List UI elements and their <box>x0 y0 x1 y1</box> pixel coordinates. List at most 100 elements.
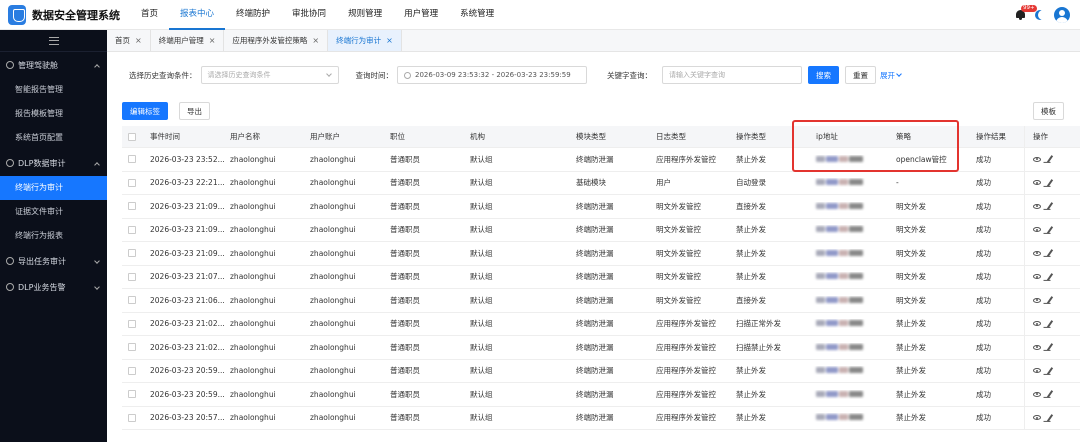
view-icon[interactable] <box>1033 415 1041 421</box>
row-checkbox[interactable] <box>128 225 136 234</box>
table-row[interactable]: 2026-03-23 20:59... zhaolonghui zhaolonghu… <box>122 359 1080 383</box>
edit-tags-button[interactable]: 编辑标签 <box>122 102 168 120</box>
bell-icon[interactable]: 99+ <box>1015 5 1037 21</box>
close-icon[interactable]: × <box>209 30 216 51</box>
close-icon[interactable]: × <box>386 30 393 51</box>
edit-icon[interactable] <box>1046 413 1054 422</box>
nav-approval[interactable]: 审批协同 <box>281 0 337 30</box>
row-checkbox[interactable] <box>128 413 136 422</box>
row-checkbox[interactable] <box>128 390 136 399</box>
history-query-select[interactable]: 请选择历史查询条件 <box>200 66 339 84</box>
view-icon[interactable] <box>1033 274 1041 280</box>
table-row[interactable]: 2026-03-23 23:52... zhaolonghui zhaolonghu… <box>122 148 1080 172</box>
sidebar-item-smart-report[interactable]: 智能报告管理 <box>0 78 107 102</box>
row-checkbox[interactable] <box>128 249 136 258</box>
row-checkbox[interactable] <box>128 272 136 281</box>
row-checkbox[interactable] <box>128 366 136 375</box>
sidebar-item-endpoint-audit[interactable]: 终端行为审计 <box>0 176 107 200</box>
table-row[interactable]: 2026-03-23 21:02... zhaolonghui zhaolonghu… <box>122 336 1080 360</box>
edit-icon[interactable] <box>1046 319 1054 328</box>
view-icon[interactable] <box>1033 344 1041 350</box>
sidebar-item-endpoint-report[interactable]: 终端行为报表 <box>0 224 107 248</box>
query-time-range[interactable]: 2026-03-09 23:53:32 - 2026-03-23 23:59:5… <box>397 66 587 84</box>
nav-home[interactable]: 首页 <box>130 0 169 30</box>
table-row[interactable]: 2026-03-23 21:02... zhaolonghui zhaolonghu… <box>122 312 1080 336</box>
tab-endpoint-users[interactable]: 终端用户管理 × <box>150 30 225 51</box>
table-row[interactable]: 2026-03-23 21:09... zhaolonghui zhaolonghu… <box>122 195 1080 219</box>
table-row[interactable]: 2026-03-23 20:57... zhaolonghui zhaolonghu… <box>122 406 1080 430</box>
view-icon[interactable] <box>1033 391 1041 397</box>
sidebar-group-dlp-alert[interactable]: DLP业务告警 <box>0 274 107 300</box>
row-checkbox[interactable] <box>128 296 136 305</box>
sidebar-collapse-toggle[interactable] <box>0 30 107 52</box>
edit-icon[interactable] <box>1046 155 1054 164</box>
sidebar-item-evidence-audit[interactable]: 证据文件审计 <box>0 200 107 224</box>
view-icon[interactable] <box>1033 227 1041 233</box>
view-icon[interactable] <box>1033 250 1041 256</box>
table-row[interactable]: 2026-03-23 21:09... zhaolonghui zhaolonghu… <box>122 218 1080 242</box>
sidebar-item-home-config[interactable]: 系统首页配置 <box>0 126 107 150</box>
sidebar-group-export-audit[interactable]: 导出任务审计 <box>0 248 107 274</box>
nav-rules[interactable]: 规则管理 <box>337 0 393 30</box>
view-icon[interactable] <box>1033 321 1041 327</box>
view-icon[interactable] <box>1033 203 1041 209</box>
view-icon[interactable] <box>1033 368 1041 374</box>
nav-system[interactable]: 系统管理 <box>449 0 505 30</box>
close-icon[interactable]: × <box>135 30 142 51</box>
nav-report-center[interactable]: 报表中心 <box>169 0 226 30</box>
view-icon[interactable] <box>1033 180 1041 186</box>
app-logo[interactable]: 数据安全管理系统 <box>0 4 120 25</box>
edit-icon[interactable] <box>1046 225 1054 234</box>
table-row[interactable]: 2026-03-23 21:06... zhaolonghui zhaolonghu… <box>122 289 1080 313</box>
view-icon[interactable] <box>1033 297 1041 303</box>
sidebar-item-report-template[interactable]: 报告模板管理 <box>0 102 107 126</box>
row-checkbox[interactable] <box>128 202 136 211</box>
col-result[interactable]: 操作结果 <box>972 131 1024 142</box>
table-row[interactable]: 2026-03-23 20:59... zhaolonghui zhaolonghu… <box>122 383 1080 407</box>
table-row[interactable]: 2026-03-23 22:21... zhaolonghui zhaolonghu… <box>122 171 1080 195</box>
edit-icon[interactable] <box>1046 272 1054 281</box>
col-user-account[interactable]: 用户账户 <box>306 131 386 142</box>
edit-icon[interactable] <box>1046 343 1054 352</box>
tab-endpoint-audit[interactable]: 终端行为审计 × <box>328 30 402 51</box>
row-checkbox[interactable] <box>128 343 136 352</box>
tab-home[interactable]: 首页 × <box>107 30 151 51</box>
edit-icon[interactable] <box>1046 296 1054 305</box>
sidebar-group-dlp-audit[interactable]: DLP数据审计 <box>0 150 107 176</box>
col-op-type[interactable]: 操作类型 <box>732 131 812 142</box>
expand-link[interactable]: 展开 <box>880 70 902 81</box>
cell-operations <box>1024 312 1080 335</box>
row-checkbox[interactable] <box>128 178 136 187</box>
col-ip[interactable]: ip地址 <box>812 131 892 142</box>
select-all-checkbox[interactable] <box>128 132 136 141</box>
col-policy[interactable]: 策略 <box>892 131 972 142</box>
sidebar-group-dashboard[interactable]: 管理驾驶舱 <box>0 52 107 78</box>
edit-icon[interactable] <box>1046 390 1054 399</box>
col-position[interactable]: 职位 <box>386 131 466 142</box>
view-icon[interactable] <box>1033 156 1041 162</box>
edit-icon[interactable] <box>1046 366 1054 375</box>
keyword-input[interactable]: 请输入关键字查询 <box>662 66 802 84</box>
col-module-type[interactable]: 模块类型 <box>572 131 652 142</box>
edit-icon[interactable] <box>1046 178 1054 187</box>
close-icon[interactable]: × <box>312 30 319 51</box>
reset-button[interactable]: 重置 <box>845 66 876 84</box>
avatar[interactable] <box>1054 7 1070 23</box>
table-row[interactable]: 2026-03-23 21:07... zhaolonghui zhaolonghu… <box>122 265 1080 289</box>
table-row[interactable]: 2026-03-23 21:09... zhaolonghui zhaolonghu… <box>122 242 1080 266</box>
row-checkbox[interactable] <box>128 155 136 164</box>
moon-icon[interactable] <box>1038 10 1048 20</box>
col-log-type[interactable]: 日志类型 <box>652 131 732 142</box>
tab-app-policy[interactable]: 应用程序外发管控策略 × <box>224 30 329 51</box>
col-event-time[interactable]: 事件时间 <box>146 131 226 142</box>
row-checkbox[interactable] <box>128 319 136 328</box>
export-button[interactable]: 导出 <box>179 102 210 120</box>
edit-icon[interactable] <box>1046 202 1054 211</box>
col-org[interactable]: 机构 <box>466 131 572 142</box>
edit-icon[interactable] <box>1046 249 1054 258</box>
template-button[interactable]: 模板 <box>1033 102 1064 120</box>
search-button[interactable]: 搜索 <box>808 66 839 84</box>
col-user-name[interactable]: 用户名称 <box>226 131 306 142</box>
nav-users[interactable]: 用户管理 <box>393 0 449 30</box>
nav-endpoint-protection[interactable]: 终端防护 <box>225 0 281 30</box>
